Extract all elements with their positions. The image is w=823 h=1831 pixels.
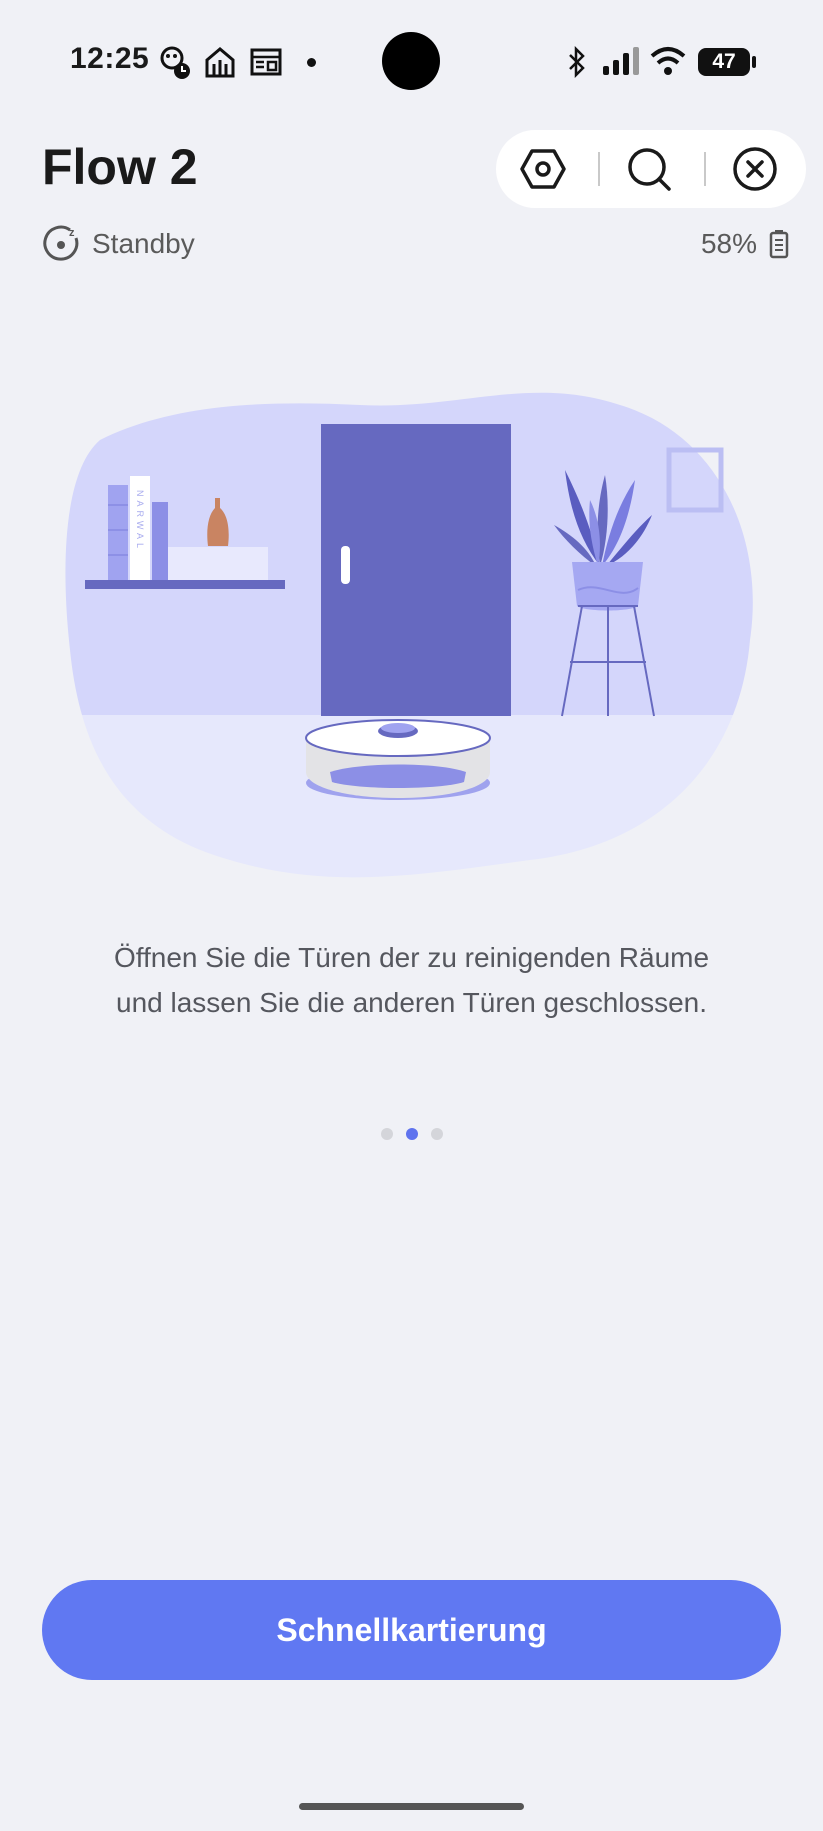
device-battery-icon [769, 230, 789, 259]
page-indicator [0, 1128, 823, 1140]
close-circle-icon [733, 147, 777, 191]
device-state: z Standby [42, 224, 195, 264]
settings-hex-icon [520, 149, 566, 189]
status-bar: 12:25 47 [0, 0, 823, 120]
front-camera [382, 32, 440, 90]
robot-vacuum [305, 719, 491, 800]
page-dot [380, 1128, 393, 1140]
search-button[interactable] [622, 142, 676, 196]
page-title: Flow 2 [42, 139, 198, 195]
shelf [85, 580, 285, 589]
game-notification-icon [160, 46, 190, 79]
wifi-icon [650, 47, 686, 75]
more-dot-icon [307, 58, 316, 67]
action-divider [704, 152, 706, 186]
instruction-line-1: Öffnen Sie die Türen der zu reinigenden … [113, 942, 710, 973]
status-time: 12:25 [70, 42, 150, 75]
quick-mapping-button[interactable]: Schnellkartierung [42, 1580, 781, 1680]
device-battery: 58% [701, 224, 789, 264]
standby-icon: z [43, 225, 79, 261]
book [108, 485, 128, 580]
illustration-brand: NARWAL [135, 490, 145, 552]
home-indicator[interactable] [299, 1803, 524, 1810]
device-battery-percent: 58% [700, 228, 757, 259]
close-button[interactable] [728, 142, 782, 196]
action-divider [598, 152, 600, 186]
news-notification-icon [250, 48, 282, 76]
instruction-line-2: und lassen Sie die anderen Türen geschlo… [116, 987, 707, 1018]
app-notification-icon [205, 47, 235, 78]
signal-icon [603, 47, 639, 75]
door-handle [341, 546, 350, 584]
open-doors-illustration: NARWAL [65, 392, 753, 878]
bluetooth-icon [569, 46, 585, 78]
settings-button[interactable] [516, 142, 570, 196]
battery-tip [752, 56, 756, 68]
page-dot-active [405, 1128, 418, 1140]
header-actions [496, 130, 806, 208]
plant-pot [572, 562, 643, 611]
instruction-text: Öffnen Sie die Türen der zu reinigenden … [60, 935, 763, 1025]
battery-level: 47 [712, 50, 736, 73]
battery-icon: 47 [698, 48, 750, 76]
svg-text:z: z [69, 227, 75, 239]
search-icon [628, 148, 671, 191]
book [152, 502, 168, 580]
page-dot [430, 1128, 443, 1140]
shelf-box [168, 547, 268, 580]
standby-label: Standby [92, 228, 195, 259]
